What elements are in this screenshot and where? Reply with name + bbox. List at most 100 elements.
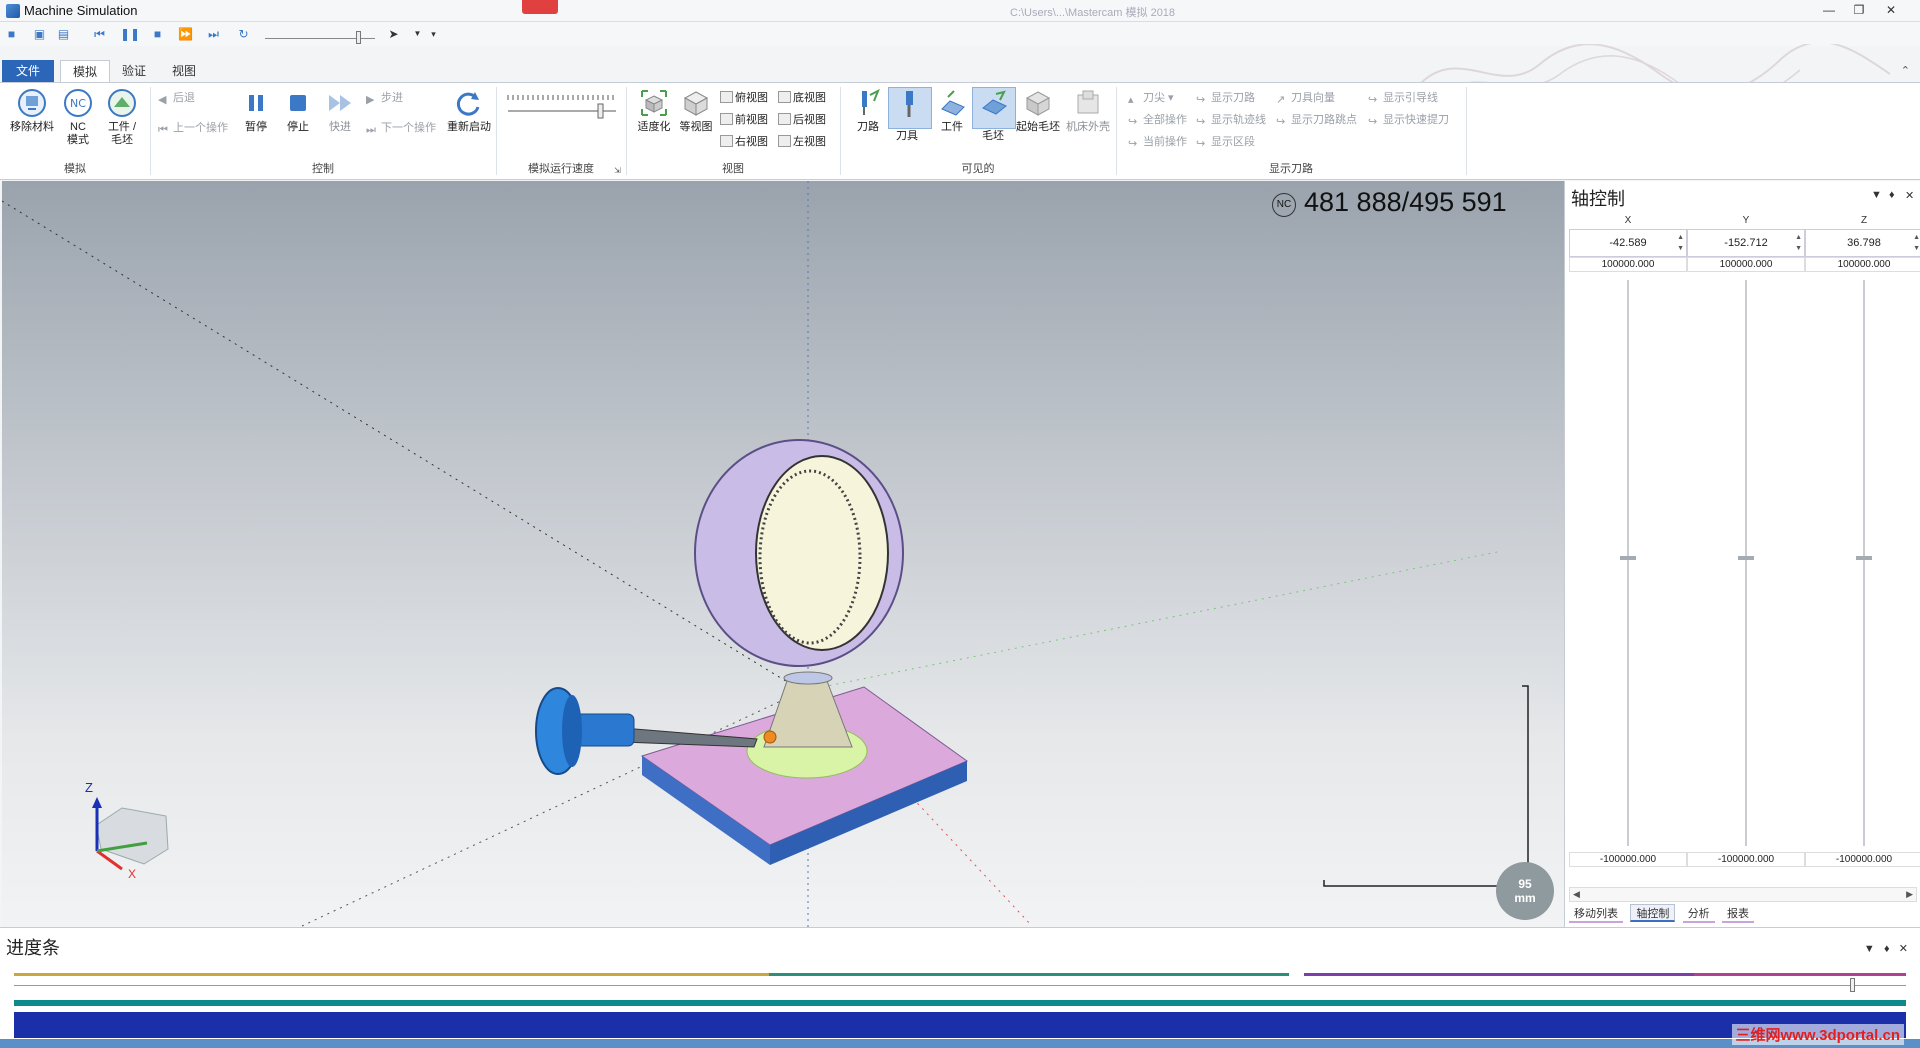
tab-report[interactable]: 报表 bbox=[1722, 905, 1755, 923]
minimize-button[interactable]: — bbox=[1816, 1, 1842, 19]
show-lead-button[interactable]: ↪ 显示引导线 bbox=[1368, 89, 1438, 107]
axis-y-slider[interactable] bbox=[1687, 272, 1805, 852]
left-view-button[interactable]: 左视图 bbox=[778, 133, 826, 151]
current-operation-button[interactable]: ↪ 当前操作 bbox=[1128, 133, 1187, 151]
progress-pin-icon[interactable]: ♦ bbox=[1884, 943, 1890, 955]
tab-analysis[interactable]: 分析 bbox=[1682, 905, 1715, 923]
show-rapid-label: 显示快速提刀 bbox=[1383, 114, 1449, 126]
panel-horizontal-scrollbar[interactable]: ◀ ▶ bbox=[1569, 887, 1917, 902]
workpiece-toggle[interactable]: 工件 bbox=[930, 87, 974, 134]
all-operations-button[interactable]: ↪ 全部操作 bbox=[1128, 111, 1187, 129]
scroll-left-icon[interactable]: ◀ bbox=[1573, 889, 1580, 900]
front-view-button[interactable]: 前视图 bbox=[720, 111, 768, 129]
toolpath-toggle[interactable]: 刀路 bbox=[846, 87, 890, 134]
tool-toggle[interactable] bbox=[888, 87, 932, 129]
save-icon[interactable]: ▤ bbox=[56, 27, 71, 41]
simulation-viewport[interactable]: Z X NC 481 888/495 591 95 mm bbox=[2, 181, 1564, 927]
tool-vector-button[interactable]: ↗ 刀具向量 bbox=[1276, 89, 1335, 107]
tab-verify[interactable]: 验证 bbox=[110, 60, 158, 82]
bottom-view-label: 底视图 bbox=[793, 92, 826, 104]
back-view-button[interactable]: 后视图 bbox=[778, 111, 826, 129]
pause-icon[interactable]: ❚❚ bbox=[120, 27, 140, 41]
show-path-points-icon: ↪ bbox=[1276, 116, 1286, 128]
restart-button[interactable]: 重新启动 bbox=[444, 87, 494, 134]
fast-forward-button[interactable]: 快进 bbox=[318, 87, 362, 134]
step-forward-button[interactable]: ▶ 步进 bbox=[366, 89, 403, 107]
axis-x-value-input[interactable]: -42.589 ▲ ▼ bbox=[1569, 229, 1687, 257]
axis-z-slider[interactable] bbox=[1805, 272, 1920, 852]
workpiece-stock-button[interactable]: 工件 / 毛坯 bbox=[100, 87, 144, 147]
tool-tip-button[interactable]: ▴ 刀尖 ▾ bbox=[1128, 89, 1174, 107]
tab-move-list[interactable]: 移动列表 bbox=[1569, 905, 1623, 923]
pause-button[interactable]: 暂停 bbox=[234, 87, 278, 134]
panel-menu-icon[interactable]: ▼ bbox=[1871, 189, 1882, 201]
speed-dialog-launcher-icon[interactable]: ⇲ bbox=[614, 166, 621, 175]
panel-pin-icon[interactable]: ♦ bbox=[1889, 189, 1895, 201]
show-path-points-button[interactable]: ↪ 显示刀路跳点 bbox=[1276, 111, 1357, 129]
top-view-button[interactable]: 俯视图 bbox=[720, 89, 768, 107]
group-separator bbox=[1466, 87, 1467, 175]
axis-y-spinner[interactable]: ▲ ▼ bbox=[1795, 232, 1802, 254]
bottom-view-button[interactable]: 底视图 bbox=[778, 89, 826, 107]
axis-x-slider[interactable] bbox=[1569, 272, 1687, 852]
progress-bar-blue bbox=[14, 1012, 1906, 1038]
app-menu-icon[interactable]: ■ bbox=[4, 27, 19, 41]
step-back-button[interactable]: ◀ 后退 bbox=[158, 89, 195, 107]
show-zone-button[interactable]: ↪ 显示区段 bbox=[1196, 133, 1255, 151]
axis-y-value-input[interactable]: -152.712 ▲ ▼ bbox=[1687, 229, 1805, 257]
axis-z-value-input[interactable]: 36.798 ▲ ▼ bbox=[1805, 229, 1920, 257]
axis-column-z: Z 36.798 ▲ ▼ 100000.000 -100000.000 bbox=[1805, 215, 1920, 867]
machine-housing-label: 机床外壳 bbox=[1066, 121, 1110, 133]
qat-speed-slider-thumb[interactable] bbox=[356, 31, 361, 44]
pointer-icon[interactable]: ➤ bbox=[386, 27, 401, 41]
progress-slider-thumb[interactable] bbox=[1850, 978, 1855, 992]
open-icon[interactable]: ▣ bbox=[32, 27, 47, 41]
back-view-label: 后视图 bbox=[793, 114, 826, 126]
tab-view[interactable]: 视图 bbox=[160, 60, 208, 82]
restore-button[interactable]: ❐ bbox=[1846, 1, 1872, 19]
axis-name: Y bbox=[1742, 215, 1750, 226]
scale-unit: mm bbox=[1514, 891, 1536, 905]
scroll-right-icon[interactable]: ▶ bbox=[1906, 889, 1913, 900]
tab-axis-control[interactable]: 轴控制 bbox=[1630, 904, 1676, 922]
dropdown-arrow-icon[interactable]: ▼ bbox=[410, 27, 425, 41]
machine-housing-toggle[interactable]: 机床外壳 bbox=[1064, 87, 1112, 134]
skip-to-start-icon[interactable]: ⏮ bbox=[92, 27, 107, 41]
fast-forward-icon[interactable]: ⏩ bbox=[178, 27, 193, 41]
customize-qat-icon[interactable]: ▾ bbox=[426, 27, 441, 41]
stock-toggle[interactable] bbox=[972, 87, 1016, 129]
previous-operation-button[interactable]: ⏮ 上一个操作 bbox=[158, 119, 228, 137]
green-guide-line bbox=[801, 550, 1503, 692]
axis-y-slider-thumb[interactable] bbox=[1738, 556, 1754, 560]
progress-slider-track[interactable] bbox=[14, 985, 1906, 986]
stop-button[interactable]: 停止 bbox=[276, 87, 320, 134]
isometric-view-button[interactable]: 等视图 bbox=[674, 87, 718, 134]
collapse-ribbon-icon[interactable]: ⌃ bbox=[1901, 64, 1910, 77]
axis-z-spinner[interactable]: ▲ ▼ bbox=[1913, 232, 1920, 254]
axis-x-slider-thumb[interactable] bbox=[1620, 556, 1636, 560]
axis-x-spinner[interactable]: ▲ ▼ bbox=[1677, 232, 1684, 254]
restart-icon[interactable]: ↻ bbox=[236, 27, 251, 41]
tab-simulation[interactable]: 模拟 bbox=[60, 60, 111, 82]
panel-close-icon[interactable]: ✕ bbox=[1905, 189, 1914, 202]
right-view-button[interactable]: 右视图 bbox=[720, 133, 768, 151]
progress-close-icon[interactable]: ✕ bbox=[1899, 943, 1908, 955]
show-toolpath-label: 显示刀路 bbox=[1211, 92, 1255, 104]
progress-menu-icon[interactable]: ▼ bbox=[1864, 943, 1875, 955]
initial-stock-toggle[interactable]: 起始毛坯 bbox=[1014, 87, 1062, 134]
show-rapid-button[interactable]: ↪ 显示快速提刀 bbox=[1368, 111, 1449, 129]
show-track-button[interactable]: ↪ 显示轨迹线 bbox=[1196, 111, 1266, 129]
next-operation-button[interactable]: ⏭ 下一个操作 bbox=[366, 119, 436, 137]
skip-to-end-icon[interactable]: ⏭ bbox=[206, 27, 221, 41]
nc-mode-button[interactable]: NC NC 模式 bbox=[56, 87, 100, 147]
axis-z-slider-thumb[interactable] bbox=[1856, 556, 1872, 560]
show-toolpath-button[interactable]: ↪ 显示刀路 bbox=[1196, 89, 1255, 107]
fit-view-button[interactable]: 适度化 bbox=[632, 87, 676, 134]
remove-material-button[interactable]: 移除材料 bbox=[10, 87, 54, 134]
simulation-speed-slider[interactable] bbox=[506, 93, 620, 121]
close-button[interactable]: ✕ bbox=[1878, 1, 1904, 19]
toolpath-icon bbox=[862, 88, 880, 115]
stop-icon[interactable]: ■ bbox=[150, 27, 165, 41]
tab-file[interactable]: 文件 bbox=[2, 60, 54, 82]
axis-panel-tabs: 移动列表 轴控制 分析 报表 bbox=[1569, 904, 1758, 924]
